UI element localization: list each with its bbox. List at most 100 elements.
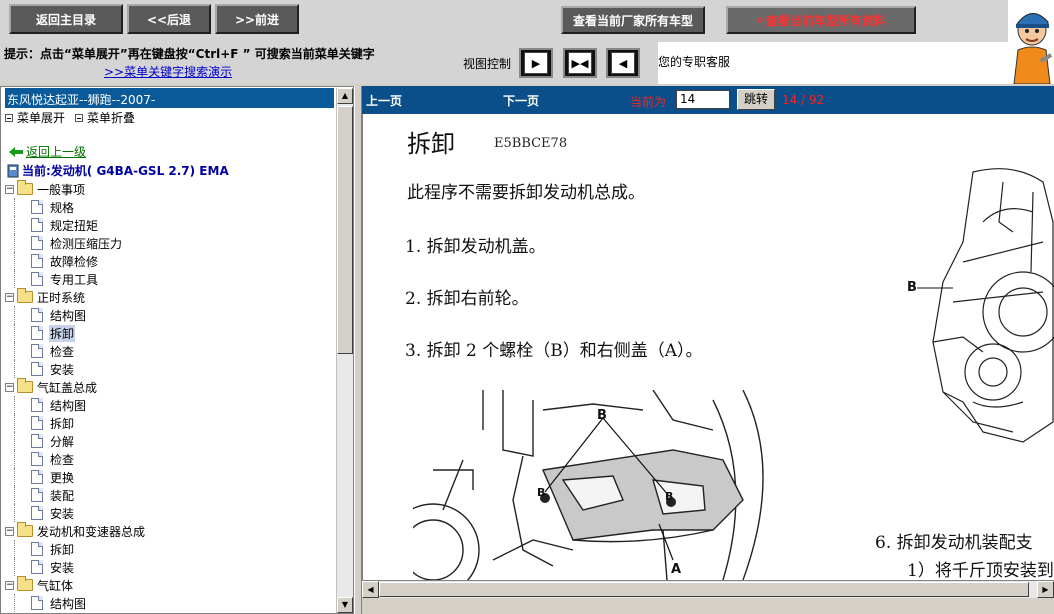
tree-connector — [14, 252, 15, 270]
tree-item-label: 更换 — [50, 470, 75, 485]
collapse-minus-icon[interactable]: − — [5, 526, 14, 536]
tree-item[interactable]: 规定扭矩 — [5, 216, 335, 234]
sidebar-title: 东风悦达起亚--狮跑--2007- — [5, 88, 334, 108]
doc-code: E5BBCE78 — [494, 136, 568, 151]
green-arrow-left-icon — [9, 146, 23, 157]
folder-open-icon — [17, 522, 33, 537]
scroll-down-icon[interactable]: ▼ — [337, 597, 353, 613]
back-up-label: 返回上一级 — [26, 145, 87, 159]
tree-group[interactable]: − 正时系统 — [5, 288, 335, 306]
tree-group[interactable]: − 一般事项 — [5, 180, 335, 198]
tree-connector — [14, 432, 15, 450]
view-split-button[interactable]: ▶◀ — [563, 48, 597, 78]
tree-item-label: 故障检修 — [50, 254, 99, 269]
tree-item[interactable]: 结构图 — [5, 306, 335, 324]
view-control-label: 视图控制 — [463, 57, 512, 71]
document-icon — [31, 470, 43, 484]
sidebar-scrollbar[interactable]: ▲ ▼ — [336, 88, 353, 613]
all-docs-label: 查看当前车型所有资料 — [765, 13, 886, 28]
scroll-thumb[interactable] — [337, 106, 353, 354]
page-number-input[interactable]: 14 — [676, 90, 730, 109]
document-icon — [31, 200, 43, 214]
tree-connector — [14, 306, 15, 324]
tree-item[interactable]: 检查 — [5, 342, 335, 360]
tree-item[interactable]: 故障检修 — [5, 252, 335, 270]
tree-item[interactable]: 拆卸 — [5, 540, 335, 558]
collapse-minus-icon[interactable]: − — [5, 580, 14, 590]
collapse-minus-icon[interactable]: − — [5, 184, 14, 194]
document-icon — [31, 308, 43, 322]
jump-button[interactable]: 跳转 — [737, 89, 775, 110]
scroll-up-icon[interactable]: ▲ — [337, 88, 353, 104]
doc-step-6: 6. 拆卸发动机装配支 — [875, 533, 1033, 553]
all-docs-button[interactable]: » 查看当前车型所有资料 — [726, 6, 916, 34]
doc-step-3: 3. 拆卸 2 个螺栓（B）和右侧盖（A）。 — [405, 341, 703, 361]
folder-open-icon — [17, 180, 33, 195]
figure-label-b-top: B — [597, 408, 607, 423]
collapse-minus-icon[interactable]: − — [5, 382, 14, 392]
figure-label-b-right: B — [907, 280, 917, 295]
prev-page-link[interactable]: 上一页 — [366, 92, 402, 109]
back-button[interactable]: <<后退 — [127, 4, 211, 34]
document-icon — [31, 542, 43, 556]
tree-group[interactable]: − 气缸盖总成 — [5, 378, 335, 396]
tree-connector — [14, 468, 15, 486]
tree-connector — [14, 558, 15, 576]
tree-connector — [14, 450, 15, 468]
split-arrows-icon: ▶◀ — [568, 52, 592, 74]
forward-button[interactable]: >>前进 — [215, 4, 299, 34]
tree-item[interactable]: 分解 — [5, 432, 335, 450]
tree-item[interactable]: 拆卸 — [5, 414, 335, 432]
tree-group-label: 正时系统 — [37, 290, 86, 305]
search-demo-link[interactable]: >>菜单关键字搜索演示 — [104, 63, 232, 80]
tree-item[interactable]: 安装 — [5, 504, 335, 522]
folder-open-icon — [17, 576, 33, 591]
view-left-button[interactable]: ▶ — [519, 48, 553, 78]
document-icon — [31, 254, 43, 268]
tree-connector — [14, 234, 15, 252]
tree-item-label: 拆卸 — [50, 542, 75, 557]
tree-item-label: 结构图 — [50, 308, 87, 323]
tree-item[interactable]: 规格 — [5, 198, 335, 216]
engine-figure-right — [917, 168, 1054, 443]
tree-item-label: 检查 — [50, 452, 75, 467]
tree-connector — [14, 396, 15, 414]
menu-collapse-label: 菜单折叠 — [87, 111, 136, 125]
menu-expand-button[interactable]: 菜单展开 — [5, 109, 65, 126]
tree-item[interactable]: 更换 — [5, 468, 335, 486]
figure-label-b-mid2: B — [665, 490, 674, 503]
expand-square-icon — [5, 113, 13, 122]
figure-label-a: A — [671, 562, 682, 577]
doc-step-2: 2. 拆卸右前轮。 — [405, 289, 529, 309]
tree-item[interactable]: 专用工具 — [5, 270, 335, 288]
hint-row: 提示：点击“菜单展开”再在键盘按“Ctrl+F ” 可搜索当前菜单关键字 >>菜… — [0, 42, 1054, 84]
tree-item[interactable]: 安装 — [5, 360, 335, 378]
next-page-link[interactable]: 下一页 — [503, 92, 539, 109]
tree-group[interactable]: − 气缸体 — [5, 576, 335, 594]
document-hscrollbar[interactable]: ◀ ▶ — [362, 580, 1054, 614]
top-toolbar: 返回主目录 <<后退 >>前进 查看当前厂家所有车型 » 查看当前车型所有资料 — [0, 0, 1054, 42]
document-icon — [31, 434, 43, 448]
tree-group-label: 气缸盖总成 — [37, 380, 98, 395]
scroll-left-icon[interactable]: ◀ — [362, 581, 379, 598]
panel-divider[interactable] — [354, 86, 362, 614]
tree-item[interactable]: 结构图 — [5, 396, 335, 414]
hscroll-thumb[interactable] — [379, 582, 1029, 597]
view-right-button[interactable]: ◀ — [606, 48, 640, 78]
tree-item-label: 结构图 — [50, 596, 87, 611]
all-models-button[interactable]: 查看当前厂家所有车型 — [561, 6, 705, 34]
folder-open-icon — [17, 378, 33, 393]
home-button[interactable]: 返回主目录 — [9, 4, 123, 34]
tree-item[interactable]: 装配 — [5, 486, 335, 504]
tree-item[interactable]: 结构图 — [5, 594, 335, 612]
back-up-link[interactable]: 返回上一级 — [9, 143, 86, 160]
tree-item-label: 分解 — [50, 434, 75, 449]
tree-item[interactable]: 拆卸 — [5, 324, 335, 342]
tree-item[interactable]: 检查 — [5, 450, 335, 468]
collapse-minus-icon[interactable]: − — [5, 292, 14, 302]
tree-item[interactable]: 安装 — [5, 558, 335, 576]
tree-item[interactable]: 检测压缩压力 — [5, 234, 335, 252]
tree-group[interactable]: − 发动机和变速器总成 — [5, 522, 335, 540]
menu-collapse-button[interactable]: 菜单折叠 — [75, 109, 135, 126]
scroll-right-icon[interactable]: ▶ — [1037, 581, 1054, 598]
